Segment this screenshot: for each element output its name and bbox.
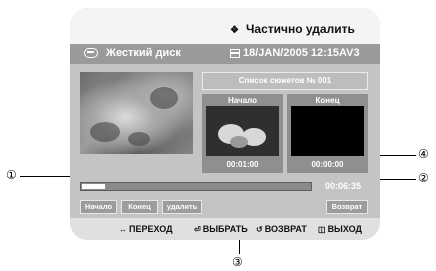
title-bar: ❖ Частично удалить bbox=[70, 8, 380, 44]
main-panel: Список сюжетов № 001 Начало 00:01:00 Кон… bbox=[70, 64, 380, 198]
disk-label: Жесткий диск bbox=[106, 47, 181, 59]
start-mark-box[interactable]: Начало 00:01:00 bbox=[202, 94, 283, 173]
callout-1: ① bbox=[6, 168, 17, 182]
footer-move-label: ПЕРЕХОД bbox=[129, 224, 173, 234]
footer-select: ⏎ ВЫБРАТЬ bbox=[194, 224, 248, 234]
end-mark-label: Конец bbox=[315, 96, 340, 105]
callout-3: ③ bbox=[232, 255, 243, 269]
total-time: 00:06:35 bbox=[324, 181, 362, 191]
delete-button[interactable]: удалить bbox=[162, 200, 202, 214]
button-row: Начало Конец удалить Возврат bbox=[70, 198, 380, 218]
calendar-icon bbox=[230, 49, 240, 58]
progress-bar[interactable] bbox=[80, 182, 312, 191]
exit-icon: ◫ bbox=[318, 225, 326, 234]
page-title-text: Частично удалить bbox=[246, 22, 355, 36]
start-mark-label: Начало bbox=[228, 96, 257, 105]
page-title: ❖ Частично удалить bbox=[230, 22, 355, 36]
footer-exit: ◫ ВЫХОД bbox=[318, 224, 362, 234]
video-preview bbox=[80, 72, 193, 154]
start-thumbnail bbox=[206, 106, 279, 156]
diamond-icon: ❖ bbox=[230, 25, 239, 36]
hdd-icon bbox=[84, 48, 98, 58]
end-button[interactable]: Конец bbox=[121, 200, 158, 214]
end-thumbnail bbox=[291, 106, 364, 156]
start-button[interactable]: Начало bbox=[80, 200, 117, 214]
footer-move: ↔ ПЕРЕХОД bbox=[119, 224, 173, 234]
left-right-arrows-icon: ↔ bbox=[119, 225, 127, 234]
start-mark-time: 00:01:00 bbox=[226, 160, 259, 169]
back-button[interactable]: Возврат bbox=[326, 200, 368, 214]
return-icon: ↺ bbox=[256, 225, 263, 234]
footer-select-label: ВЫБРАТЬ bbox=[202, 224, 248, 234]
footer-bar: ↔ ПЕРЕХОД ⏎ ВЫБРАТЬ ↺ ВОЗВРАТ ◫ ВЫХОД bbox=[70, 218, 380, 240]
end-mark-box[interactable]: Конец 00:00:00 bbox=[287, 94, 368, 173]
footer-exit-label: ВЫХОД bbox=[327, 224, 362, 234]
callout-2: ② bbox=[418, 171, 429, 185]
footer-return-label: ВОЗВРАТ bbox=[264, 224, 307, 234]
footer-return: ↺ ВОЗВРАТ bbox=[256, 224, 307, 234]
enter-icon: ⏎ bbox=[194, 225, 201, 234]
tv-screen: ❖ Частично удалить Жесткий диск 18/JAN/20… bbox=[70, 8, 380, 240]
datetime: 18/JAN/2005 12:15AV3 bbox=[243, 47, 360, 59]
title-list-header: Список сюжетов № 001 bbox=[202, 72, 368, 90]
info-bar: Жесткий диск 18/JAN/2005 12:15AV3 bbox=[70, 44, 380, 64]
end-mark-time: 00:00:00 bbox=[311, 160, 344, 169]
progress-fill bbox=[82, 184, 105, 189]
callout-4: ④ bbox=[418, 147, 429, 161]
